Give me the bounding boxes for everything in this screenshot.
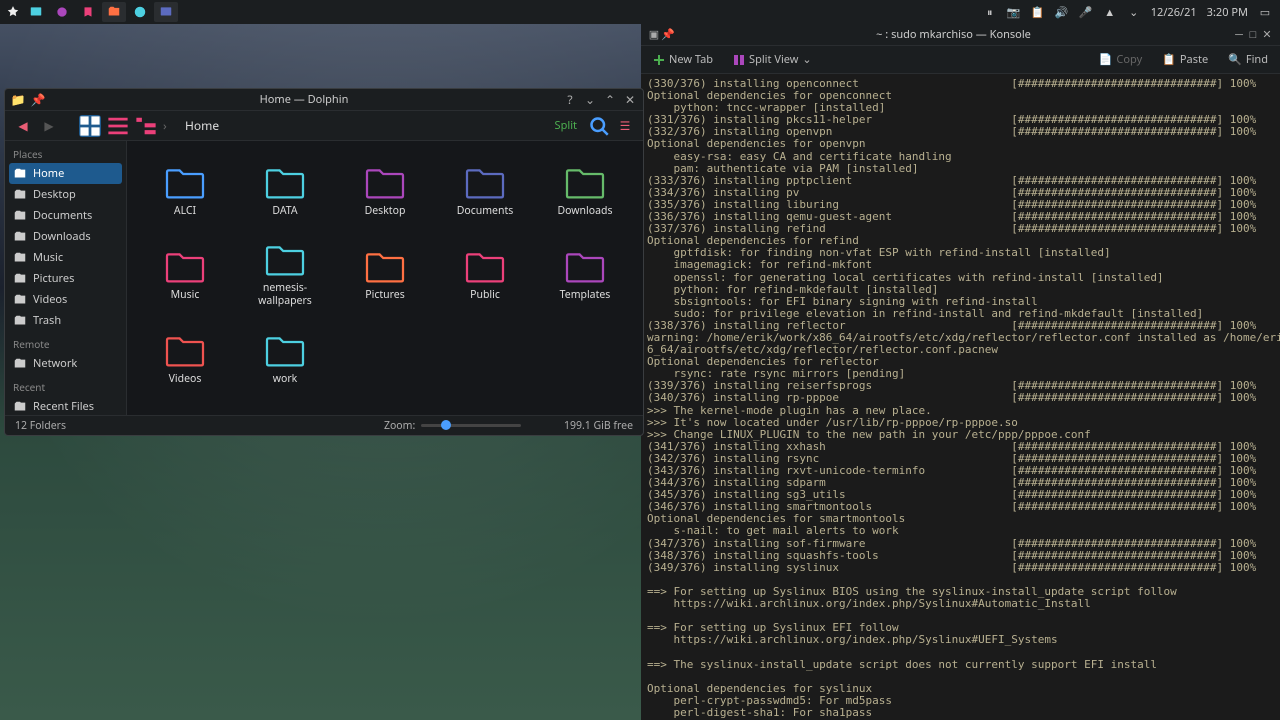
folder-templates[interactable]: Templates	[537, 235, 633, 315]
back-button[interactable]: ◀	[13, 116, 33, 136]
dolphin-window: 📁 📌 Home — Dolphin ? ⌄ ⌃ ✕ ◀ ▶ › Home Sp…	[4, 88, 644, 436]
folder-work[interactable]: work	[237, 319, 333, 399]
list-view-button[interactable]	[107, 115, 129, 137]
sidebar-item-music[interactable]: Music	[5, 247, 126, 268]
split-button[interactable]: Split	[545, 116, 583, 135]
folder-pictures[interactable]: Pictures	[337, 235, 433, 315]
konsole-title: ~ : sudo mkarchiso — Konsole	[876, 27, 1031, 42]
paste-button[interactable]: 📋 Paste	[1156, 49, 1214, 70]
panel-date[interactable]: 12/26/21	[1151, 5, 1197, 20]
folder-count: 12 Folders	[15, 419, 66, 433]
places-sidebar: Places HomeDesktopDocumentsDownloadsMusi…	[5, 141, 127, 415]
terminal-output[interactable]: (330/376) installing openconnect [######…	[641, 74, 1280, 720]
folder-data[interactable]: DATA	[237, 151, 333, 231]
hamburger-menu-icon[interactable]: ☰	[615, 116, 635, 136]
maximize-button[interactable]: □	[1246, 28, 1260, 42]
sidebar-item-downloads[interactable]: Downloads	[5, 226, 126, 247]
task-icon-konsole[interactable]	[154, 2, 178, 22]
window-title: Home — Dolphin	[260, 92, 349, 107]
folder-documents[interactable]: Documents	[437, 151, 533, 231]
konsole-window: ▣ 📌 ~ : sudo mkarchiso — Konsole ─ □ ✕ N…	[641, 24, 1280, 720]
pin-icon[interactable]: 📌	[661, 28, 675, 42]
folder-music[interactable]: Music	[137, 235, 233, 315]
find-button[interactable]: 🔍 Find	[1222, 49, 1274, 70]
breadcrumb[interactable]: Home	[175, 117, 539, 134]
folder-downloads[interactable]: Downloads	[537, 151, 633, 231]
konsole-icon: ▣	[647, 28, 661, 42]
folder-videos[interactable]: Videos	[137, 319, 233, 399]
tray-clipboard-icon[interactable]: 📋	[1031, 5, 1045, 19]
app-icon: 📁	[11, 93, 25, 107]
folder-desktop[interactable]: Desktop	[337, 151, 433, 231]
konsole-titlebar[interactable]: ▣ 📌 ~ : sudo mkarchiso — Konsole ─ □ ✕	[641, 24, 1280, 46]
task-icon-software[interactable]	[76, 2, 100, 22]
split-view-button[interactable]: Split View ⌄	[727, 49, 818, 70]
remote-header: Remote	[5, 331, 126, 353]
tray-chevron-icon[interactable]: ⌄	[1127, 5, 1141, 19]
panel-time[interactable]: 3:20 PM	[1207, 5, 1248, 20]
tray-desktop-icon[interactable]: ▭	[1258, 5, 1272, 19]
sidebar-item-documents[interactable]: Documents	[5, 205, 126, 226]
app-launcher-icon[interactable]	[4, 3, 22, 21]
task-icon-chromium[interactable]	[128, 2, 152, 22]
sidebar-item-recent-files[interactable]: Recent Files	[5, 396, 126, 415]
task-icon-settings[interactable]	[50, 2, 74, 22]
free-space: 199.1 GiB free	[564, 419, 633, 433]
tree-view-button[interactable]	[135, 115, 157, 137]
folder-alci[interactable]: ALCI	[137, 151, 233, 231]
top-panel: ⏸ 📷 📋 🔊 🎤 ▲ ⌄ 12/26/21 3:20 PM ▭	[0, 0, 1280, 24]
tray-volume-icon[interactable]: 🔊	[1055, 5, 1069, 19]
sidebar-item-home[interactable]: Home	[9, 163, 122, 184]
tray-pause-icon[interactable]: ⏸	[983, 5, 997, 19]
close-button[interactable]: ✕	[623, 93, 637, 107]
task-icon-dolphin[interactable]	[102, 2, 126, 22]
sidebar-item-trash[interactable]: Trash	[5, 310, 126, 331]
sidebar-item-pictures[interactable]: Pictures	[5, 268, 126, 289]
copy-button[interactable]: 📄 Copy	[1093, 49, 1148, 70]
dolphin-titlebar[interactable]: 📁 📌 Home — Dolphin ? ⌄ ⌃ ✕	[5, 89, 643, 111]
minimize-button[interactable]: ⌄	[583, 93, 597, 107]
zoom-label: Zoom:	[384, 419, 415, 433]
folder-public[interactable]: Public	[437, 235, 533, 315]
search-icon[interactable]	[589, 116, 609, 136]
close-button[interactable]: ✕	[1260, 28, 1274, 42]
recent-header: Recent	[5, 374, 126, 396]
task-icon-vm[interactable]	[24, 2, 48, 22]
maximize-button[interactable]: ⌃	[603, 93, 617, 107]
places-header: Places	[5, 141, 126, 163]
zoom-slider[interactable]	[421, 424, 521, 427]
tray-mic-icon[interactable]: 🎤	[1079, 5, 1093, 19]
tray-network-icon[interactable]: ▲	[1103, 5, 1117, 19]
forward-button[interactable]: ▶	[39, 116, 59, 136]
help-icon[interactable]: ?	[563, 93, 577, 107]
icon-view-button[interactable]	[79, 115, 101, 137]
folder-nemesis-wallpapers[interactable]: nemesis-wallpapers	[237, 235, 333, 315]
new-tab-button[interactable]: New Tab	[647, 49, 719, 70]
sidebar-item-videos[interactable]: Videos	[5, 289, 126, 310]
file-grid[interactable]: ALCIDATADesktopDocumentsDownloads Musicne…	[127, 141, 643, 415]
minimize-button[interactable]: ─	[1232, 28, 1246, 42]
pin-icon[interactable]: 📌	[31, 93, 45, 107]
dolphin-toolbar: ◀ ▶ › Home Split ☰	[5, 111, 643, 141]
sidebar-item-network[interactable]: Network	[5, 353, 126, 374]
tray-camera-icon[interactable]: 📷	[1007, 5, 1021, 19]
sidebar-item-desktop[interactable]: Desktop	[5, 184, 126, 205]
konsole-toolbar: New Tab Split View ⌄ 📄 Copy 📋 Paste 🔍 Fi…	[641, 46, 1280, 74]
status-bar: 12 Folders Zoom: 199.1 GiB free	[5, 415, 643, 435]
